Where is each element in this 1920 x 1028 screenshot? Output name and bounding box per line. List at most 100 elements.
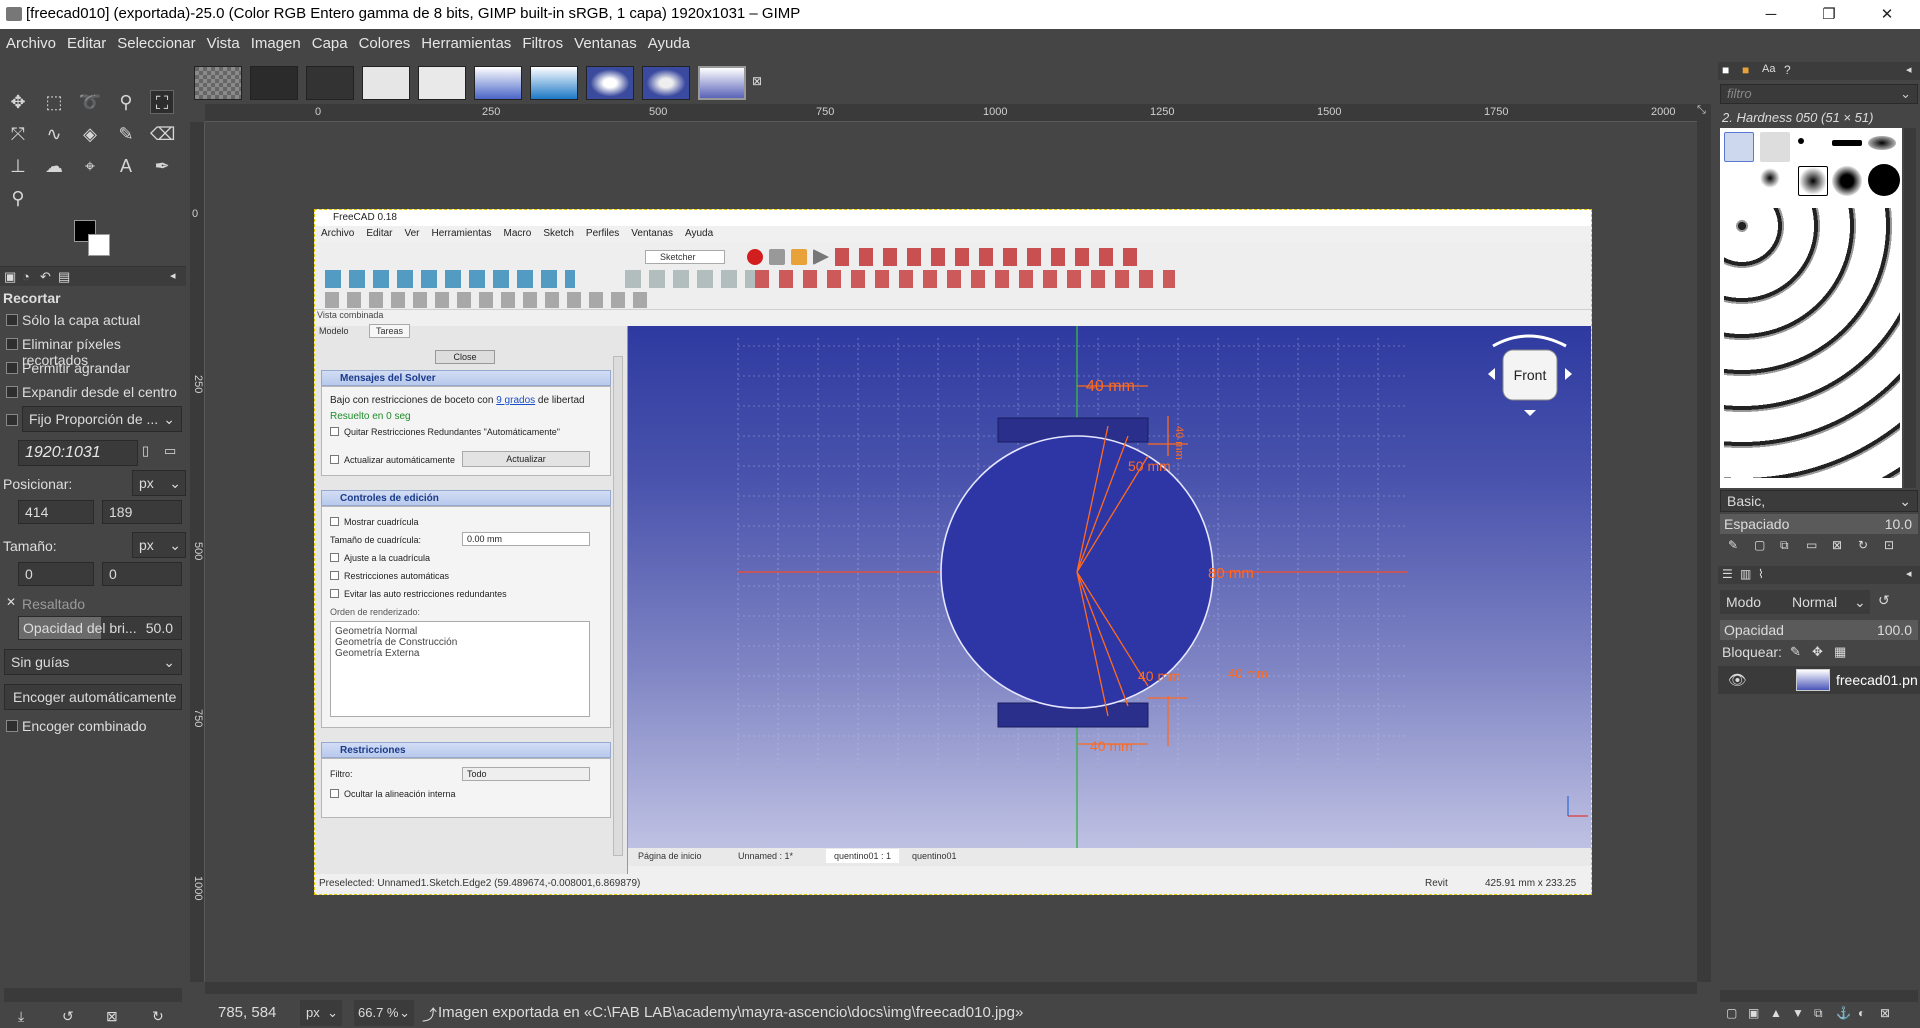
image-tab-thumbnail[interactable]	[642, 66, 690, 100]
brush-grid[interactable]	[1720, 128, 1902, 488]
position-x-input[interactable]: 414	[18, 500, 94, 524]
allow-growing-checkbox[interactable]	[6, 362, 18, 374]
allow-growing-option[interactable]: Permitir agrandar	[0, 358, 186, 380]
brush-item[interactable]	[1798, 138, 1804, 144]
layer-name[interactable]: freecad01.pn	[1836, 672, 1918, 688]
only-current-layer-option[interactable]: Sólo la capa actual	[0, 310, 186, 332]
device-status-tab-icon[interactable]: ◔	[22, 269, 30, 284]
brush-preset-select[interactable]: Basic, ⌄	[1720, 490, 1918, 512]
image-tab-thumbnail[interactable]	[362, 66, 410, 100]
dock-menu-icon[interactable]: ◂	[1906, 567, 1912, 580]
smudge-tool-icon[interactable]: ☁	[42, 154, 66, 178]
brush-to-image-icon[interactable]: ⊡	[1884, 538, 1894, 552]
bucket-fill-tool-icon[interactable]: ◈	[78, 122, 102, 146]
zoom-select[interactable]: 66.7 % ⌄	[354, 1000, 414, 1026]
minimize-button[interactable]: ─	[1748, 0, 1794, 29]
fuzzy-select-tool-icon[interactable]: ⚲	[114, 90, 138, 114]
duplicate-brush-icon[interactable]: ⧉	[1780, 538, 1789, 553]
delete-brush-icon[interactable]: ⊠	[1832, 538, 1842, 552]
anchor-layer-icon[interactable]: ⚓	[1836, 1006, 1851, 1020]
layer-opacity-slider[interactable]: Opacidad 100.0	[1720, 620, 1918, 640]
layers-scrollbar[interactable]	[1720, 990, 1918, 1002]
expand-center-option[interactable]: Expandir desde el centro	[0, 382, 186, 404]
horizontal-scrollbar[interactable]	[205, 982, 1697, 994]
menu-ventanas[interactable]: Ventanas	[568, 29, 642, 52]
eraser-tool-icon[interactable]: ⌫	[150, 122, 175, 146]
landscape-icon[interactable]: ▭	[164, 443, 176, 459]
menu-herramientas[interactable]: Herramientas	[415, 29, 516, 52]
navigate-icon[interactable]: ⤡	[1697, 104, 1711, 118]
paths-tab-icon[interactable]: ⌇	[1758, 567, 1764, 581]
brush-item-selected[interactable]	[1724, 132, 1754, 162]
brush-filter-input[interactable]: filtro ⌄	[1720, 84, 1918, 104]
image-tab-thumbnail[interactable]	[530, 66, 578, 100]
images-tab-icon[interactable]: ▤	[58, 269, 70, 285]
brush-item[interactable]	[1832, 140, 1862, 146]
image-tab-thumbnail[interactable]	[306, 66, 354, 100]
menu-seleccionar[interactable]: Seleccionar	[111, 29, 200, 52]
brush-grid-more[interactable]	[1724, 208, 1900, 478]
configure-tab-icon[interactable]: ◂	[170, 269, 176, 282]
menu-ayuda[interactable]: Ayuda	[642, 29, 695, 52]
dock-menu-icon[interactable]: ◂	[1906, 63, 1912, 76]
toolbox-scrollbar[interactable]	[4, 988, 182, 1002]
clone-tool-icon[interactable]: ⊥	[6, 154, 30, 178]
warp-tool-icon[interactable]: ∿	[42, 122, 66, 146]
spacing-slider[interactable]: Espaciado 10.0	[1720, 514, 1918, 534]
shrink-merged-option[interactable]: Encoger combinado	[0, 716, 186, 738]
new-layer-group-icon[interactable]: ▣	[1748, 1006, 1759, 1020]
size-width-input[interactable]: 0	[18, 562, 94, 586]
menu-imagen[interactable]: Imagen	[245, 29, 306, 52]
unit-select[interactable]: px ⌄	[300, 1000, 342, 1026]
lock-position-icon[interactable]: ✥	[1812, 644, 1823, 660]
new-brush-icon[interactable]: ▢	[1754, 538, 1765, 552]
background-color-swatch[interactable]	[88, 234, 110, 256]
menu-vista[interactable]: Vista	[201, 29, 245, 52]
crop-tool-icon[interactable]: ⛶	[150, 90, 174, 114]
save-options-icon[interactable]: ⤓	[18, 1008, 24, 1025]
menu-capa[interactable]: Capa	[306, 29, 353, 52]
position-y-input[interactable]: 189	[102, 500, 182, 524]
menu-colores[interactable]: Colores	[353, 29, 416, 52]
lock-alpha-icon[interactable]: ▦	[1834, 644, 1846, 660]
image-tab-thumbnail[interactable]	[474, 66, 522, 100]
position-unit-select[interactable]: px ⌄	[132, 470, 186, 496]
only-current-layer-checkbox[interactable]	[6, 314, 18, 326]
text-tool-icon[interactable]: A	[114, 154, 138, 178]
fonts-tab-icon[interactable]: Aa	[1762, 63, 1775, 75]
channels-tab-icon[interactable]: ▥	[1740, 567, 1751, 581]
highlight-option[interactable]: ✕ Resaltado	[0, 594, 186, 616]
tool-options-tab-icon[interactable]: ▣	[4, 269, 16, 285]
expand-center-checkbox[interactable]	[6, 386, 18, 398]
layer-row[interactable]: 👁 freecad01.pn	[1718, 666, 1920, 694]
menu-editar[interactable]: Editar	[61, 29, 111, 52]
brush-item[interactable]	[1868, 136, 1896, 150]
paths-tool-icon[interactable]: ⌖	[78, 154, 102, 178]
maximize-button[interactable]: ❐	[1806, 0, 1852, 29]
color-picker-tool-icon[interactable]: ✒	[150, 154, 174, 178]
brush-item[interactable]	[1760, 132, 1790, 162]
guides-select[interactable]: Sin guías ⌄	[4, 649, 182, 675]
image-tab-thumbnail[interactable]	[586, 66, 634, 100]
delete-cropped-option[interactable]: Eliminar píxeles recortados	[0, 334, 186, 368]
image-tab-thumbnail[interactable]	[194, 66, 242, 100]
size-height-input[interactable]: 0	[102, 562, 182, 586]
menu-archivo[interactable]: Archivo	[0, 29, 61, 52]
delete-cropped-checkbox[interactable]	[6, 338, 18, 350]
image-tab-thumbnail-active[interactable]	[698, 66, 746, 100]
brush-item[interactable]	[1798, 166, 1828, 196]
brush-scrollbar[interactable]	[1904, 128, 1916, 488]
reset-options-icon[interactable]: ↻	[152, 1008, 164, 1025]
help-tab-icon[interactable]: ?	[1784, 63, 1791, 77]
duplicate-layer-icon[interactable]: ⧉	[1814, 1006, 1823, 1021]
portrait-icon[interactable]: ▯	[142, 443, 149, 459]
brushes-tab-icon[interactable]: ■	[1722, 63, 1729, 77]
delete-layer-icon[interactable]: ⊠	[1880, 1006, 1890, 1020]
canvas-image[interactable]: FreeCAD 0.18 Archivo Editar Ver Herramienta…	[314, 209, 1592, 895]
size-unit-select[interactable]: px ⌄	[132, 532, 186, 558]
fixed-ratio-checkbox[interactable]	[6, 414, 18, 426]
layers-tab-icon[interactable]: ☰	[1722, 567, 1733, 581]
shrink-merged-checkbox[interactable]	[6, 720, 18, 732]
transform-tool-icon[interactable]: ⤧	[6, 122, 30, 146]
new-layer-icon[interactable]: ▢	[1726, 1006, 1737, 1020]
